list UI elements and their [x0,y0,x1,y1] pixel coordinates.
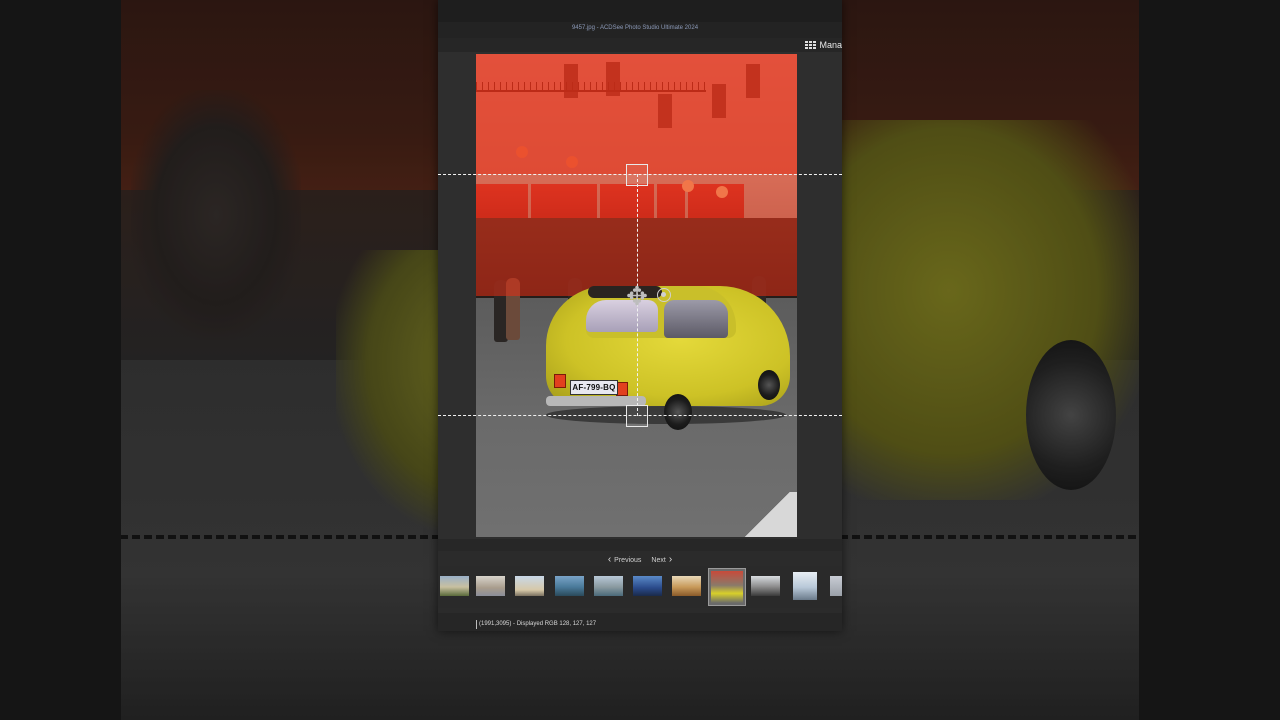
next-button[interactable]: Next › [651,555,672,565]
car-wheel [664,394,692,430]
filmstrip-thumbnail[interactable] [749,574,782,598]
chevron-left-icon: ‹ [607,554,612,565]
grid-icon [805,40,817,50]
photo-curb [737,492,797,537]
filmstrip-thumbnail[interactable] [474,574,507,598]
filmstrip-thumbnail[interactable] [791,570,819,602]
chevron-right-icon: › [668,554,673,565]
app-window: 9457.jpg - ACDSee Photo Studio Ultimate … [438,0,842,631]
image-navigation: ‹ Previous Next › [438,553,842,567]
selection-handle-top[interactable] [626,164,648,186]
red-mask-overlay [476,54,797,174]
menu-bar [438,38,842,52]
next-label: Next [651,556,666,564]
filmstrip-thumbnail[interactable] [631,574,664,598]
move-icon[interactable]: ✥ [623,282,651,310]
filmstrip-thumbnail[interactable] [513,574,546,598]
license-plate: AF-799-BQ [570,380,618,395]
car-taillight [554,374,566,388]
top-bar [438,0,842,22]
image-viewer[interactable]: AF-799-BQ ✥ [438,52,842,539]
filmstrip-thumbnail[interactable] [438,574,471,598]
manage-mode-tab[interactable]: Mana [803,38,842,52]
filmstrip-thumbnail[interactable] [592,574,625,598]
filmstrip-thumbnail[interactable] [670,574,703,598]
filmstrip-thumbnail[interactable] [553,574,586,598]
status-text: (1991,3095) - Displayed RGB 128, 127, 12… [476,620,596,629]
rotate-handle-icon[interactable] [657,288,671,302]
filmstrip-thumbnail[interactable] [828,574,842,598]
filmstrip-thumbnail-selected[interactable] [708,568,746,606]
filmstrip[interactable] [438,566,842,608]
window-title: 9457.jpg - ACDSee Photo Studio Ultimate … [571,25,699,31]
previous-button[interactable]: ‹ Previous [608,555,642,565]
car-wheel [758,370,780,400]
car-side-window [664,300,728,338]
manage-tab-label: Mana [819,40,842,50]
nav-divider [438,539,842,551]
selection-handle-bottom[interactable] [626,405,648,427]
previous-label: Previous [614,556,642,564]
